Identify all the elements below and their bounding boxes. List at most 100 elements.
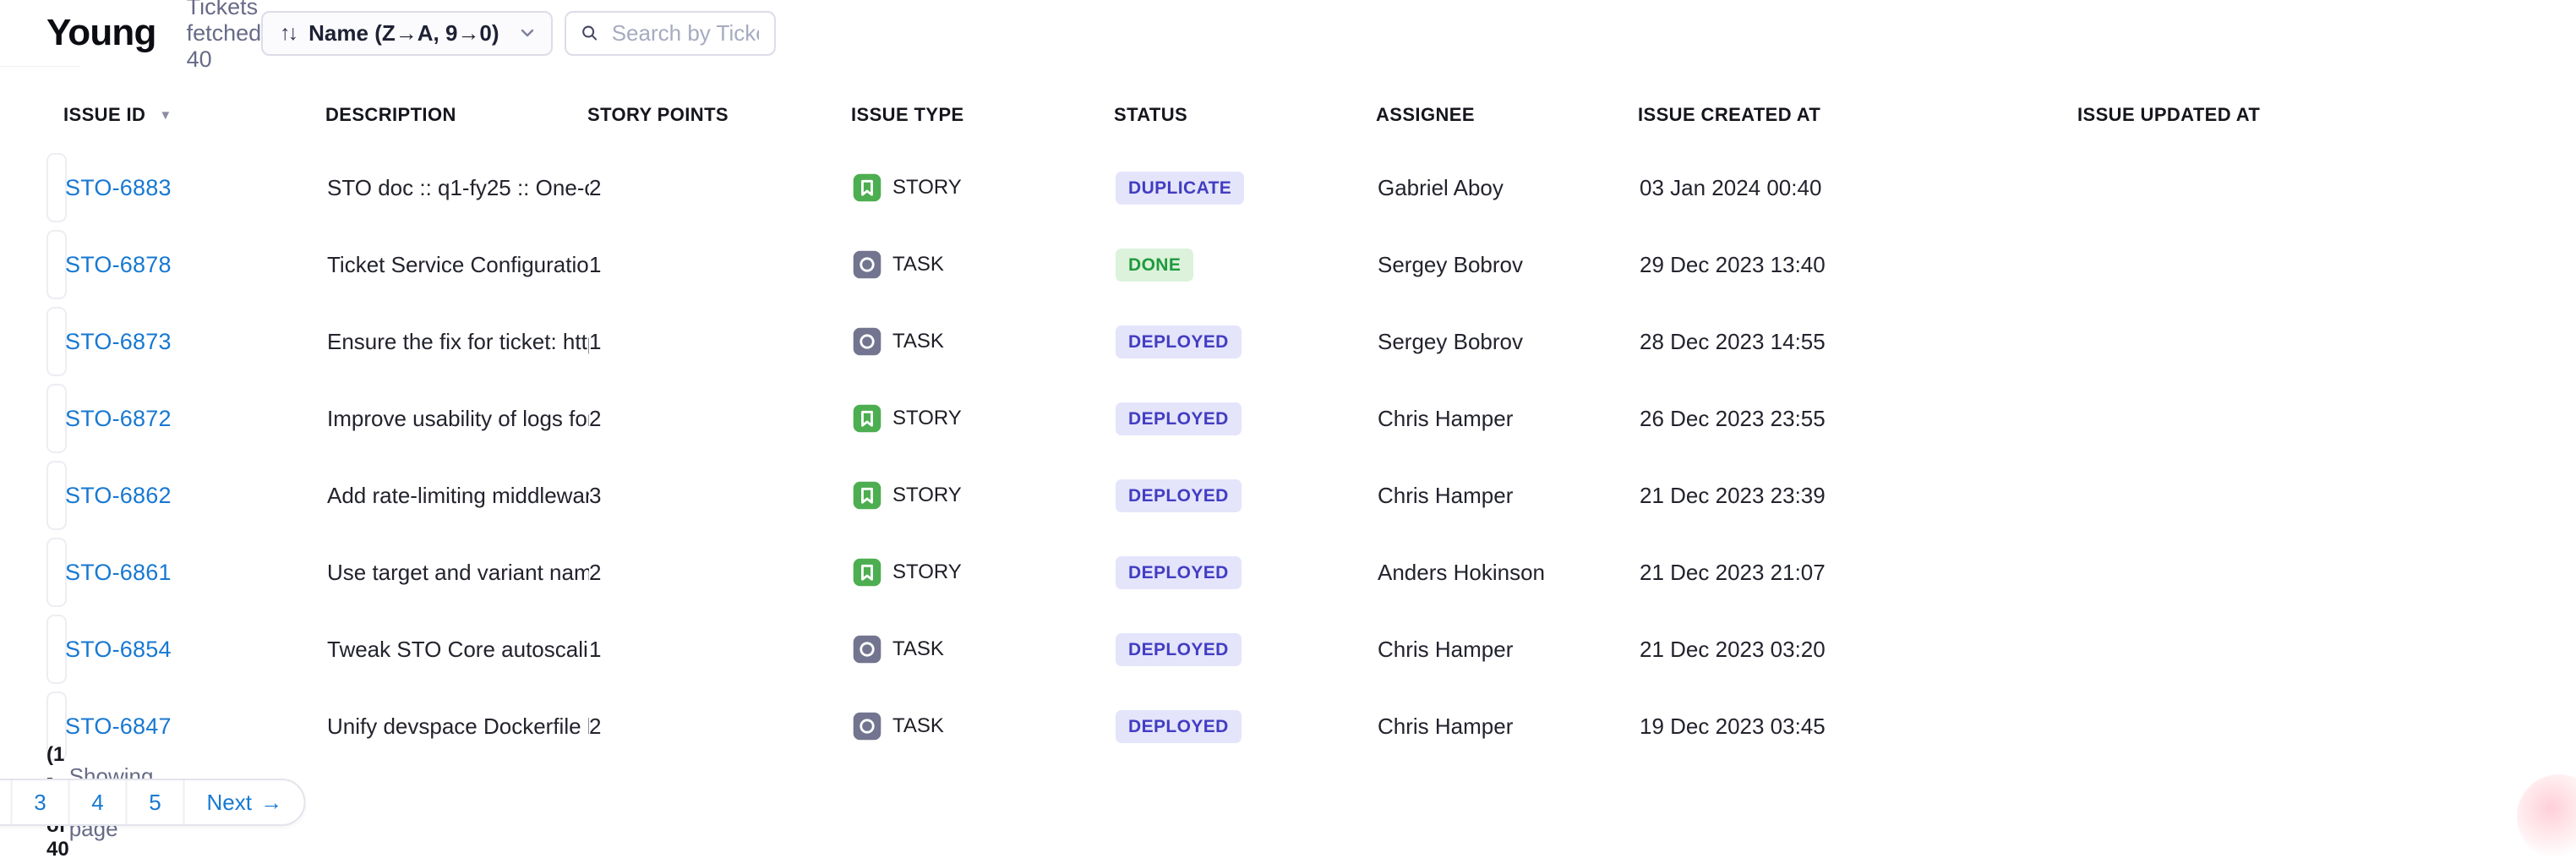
issue-id-link[interactable]: STO-6861 — [65, 560, 172, 585]
status-badge: DEPLOYED — [1116, 710, 1242, 743]
issue-type-cell: TASK — [853, 250, 1116, 279]
issue-id-link[interactable]: STO-6854 — [65, 637, 172, 662]
description-cell: STO doc :: q1-fy25 :: One-click e... — [327, 175, 589, 201]
issue-type-label: TASK — [892, 714, 944, 738]
created-at-cell: 28 Dec 2023 14:55 — [1640, 329, 2079, 355]
issue-type-label: TASK — [892, 637, 944, 661]
column-header-assignee: ASSIGNEE — [1376, 104, 1638, 126]
sort-caret-icon: ▼ — [159, 108, 172, 123]
table-row: STO-6872 Improve usability of logs for f… — [46, 384, 67, 453]
tickets-table: ISSUE ID ▼ DESCRIPTION STORY POINTS ISSU… — [0, 104, 87, 761]
status-badge: DEPLOYED — [1116, 325, 1242, 358]
description-cell: Tweak STO Core autoscaling par... — [327, 637, 589, 663]
next-button[interactable]: Next → — [185, 780, 304, 824]
column-header-story-points: STORY POINTS — [587, 104, 851, 126]
column-header-status: STATUS — [1114, 104, 1376, 126]
status-badge: DEPLOYED — [1116, 633, 1242, 666]
sort-dropdown-label: Name (Z→A, 9→0) — [308, 20, 499, 46]
arrow-right-icon: → — [260, 790, 282, 816]
column-header-issue-id-label: ISSUE ID — [63, 104, 145, 126]
story-points-cell: 3 — [589, 483, 853, 509]
story-icon — [853, 481, 881, 510]
description-cell: Ticket Service Configuration — [327, 252, 589, 278]
column-header-description: DESCRIPTION — [325, 104, 587, 126]
created-at-cell: 21 Dec 2023 23:39 — [1640, 483, 2079, 509]
issue-id-link[interactable]: STO-6873 — [65, 329, 172, 354]
issue-id-link[interactable]: STO-6872 — [65, 406, 172, 431]
column-header-issue-updated-at: ISSUE UPDATED AT — [2077, 104, 2260, 126]
page-button-5[interactable]: 5 — [128, 780, 183, 824]
sort-dropdown[interactable]: ↑↓ Name (Z→A, 9→0) — [261, 11, 552, 56]
issue-type-cell: TASK — [853, 327, 1116, 356]
created-at-cell: 21 Dec 2023 21:07 — [1640, 560, 2079, 586]
story-points-cell: 2 — [589, 560, 853, 586]
issue-type-cell: STORY — [853, 173, 1116, 202]
page-header: Young Tickets fetched 40 ↑↓ Name (Z→A, 9… — [0, 0, 80, 67]
table-row: STO-6878 Ticket Service Configuration 1 … — [46, 230, 67, 299]
status-badge: DUPLICATE — [1116, 172, 1244, 205]
floating-help-widget[interactable] — [2517, 774, 2576, 859]
story-points-cell: 2 — [589, 406, 853, 432]
column-header-issue-created-at: ISSUE CREATED AT — [1638, 104, 2077, 126]
assignee-cell: Chris Hamper — [1378, 637, 1640, 663]
status-badge: DEPLOYED — [1116, 479, 1242, 512]
column-header-issue-type: ISSUE TYPE — [851, 104, 1114, 126]
table-row: STO-6854 Tweak STO Core autoscaling par.… — [46, 615, 67, 684]
task-icon — [853, 712, 881, 741]
table-row: STO-6873 Ensure the fix for ticket: http… — [46, 307, 67, 376]
table-footer: (1 - 8) of 40 ←Prev12345Next→ Showing 8 … — [0, 778, 80, 827]
issue-type-cell: TASK — [853, 712, 1116, 741]
search-icon — [580, 21, 599, 45]
story-points-cell: 2 — [589, 714, 853, 740]
issue-type-label: TASK — [892, 330, 944, 353]
story-icon — [853, 404, 881, 433]
created-at-cell: 19 Dec 2023 03:45 — [1640, 714, 2079, 740]
description-cell: Unify devspace Dockerfile build — [327, 714, 589, 740]
story-icon — [853, 173, 881, 202]
task-icon — [853, 250, 881, 279]
assignee-cell: Sergey Bobrov — [1378, 252, 1640, 278]
issue-id-link[interactable]: STO-6883 — [65, 175, 172, 200]
chevron-down-icon — [517, 23, 538, 43]
issue-id-link[interactable]: STO-6847 — [65, 714, 172, 739]
story-points-cell: 1 — [589, 329, 853, 355]
description-cell: Improve usability of logs for failur... — [327, 406, 589, 432]
description-cell: Add rate-limiting middleware to S... — [327, 483, 589, 509]
issue-type-label: STORY — [892, 561, 962, 584]
issue-type-label: STORY — [892, 176, 962, 200]
page-button-3[interactable]: 3 — [13, 780, 68, 824]
sort-arrows-icon: ↑↓ — [280, 21, 296, 46]
task-icon — [853, 635, 881, 664]
page-button-2[interactable]: 2 — [0, 780, 11, 824]
story-points-cell: 2 — [589, 175, 853, 201]
issue-id-link[interactable]: STO-6878 — [65, 252, 172, 277]
issue-type-label: STORY — [892, 407, 962, 430]
issue-type-cell: STORY — [853, 481, 1116, 510]
table-row: STO-6883 STO doc :: q1-fy25 :: One-click… — [46, 153, 67, 222]
status-badge: DEPLOYED — [1116, 402, 1242, 435]
issue-id-link[interactable]: STO-6862 — [65, 483, 172, 508]
page-title: Young — [46, 12, 156, 54]
issue-type-cell: STORY — [853, 404, 1116, 433]
created-at-cell: 03 Jan 2024 00:40 — [1640, 175, 2079, 201]
story-icon — [853, 558, 881, 587]
story-points-cell: 1 — [589, 252, 853, 278]
search-input[interactable] — [610, 19, 761, 47]
story-points-cell: 1 — [589, 637, 853, 663]
issue-type-cell: STORY — [853, 558, 1116, 587]
created-at-cell: 26 Dec 2023 23:55 — [1640, 406, 2079, 432]
assignee-cell: Chris Hamper — [1378, 714, 1640, 740]
next-label: Next — [207, 790, 252, 816]
page-button-4[interactable]: 4 — [70, 780, 126, 824]
search-box — [565, 11, 776, 56]
task-icon — [853, 327, 881, 356]
description-cell: Use target and variant name sear... — [327, 560, 589, 586]
tickets-page: Young Tickets fetched 40 ↑↓ Name (Z→A, 9… — [0, 0, 56, 827]
pagination: ←Prev12345Next→ — [0, 779, 306, 826]
assignee-cell: Sergey Bobrov — [1378, 329, 1640, 355]
issue-type-label: TASK — [892, 253, 944, 276]
table-row: STO-6861 Use target and variant name sea… — [46, 538, 67, 607]
created-at-cell: 21 Dec 2023 03:20 — [1640, 637, 2079, 663]
column-header-issue-id[interactable]: ISSUE ID ▼ — [63, 104, 325, 126]
assignee-cell: Chris Hamper — [1378, 406, 1640, 432]
